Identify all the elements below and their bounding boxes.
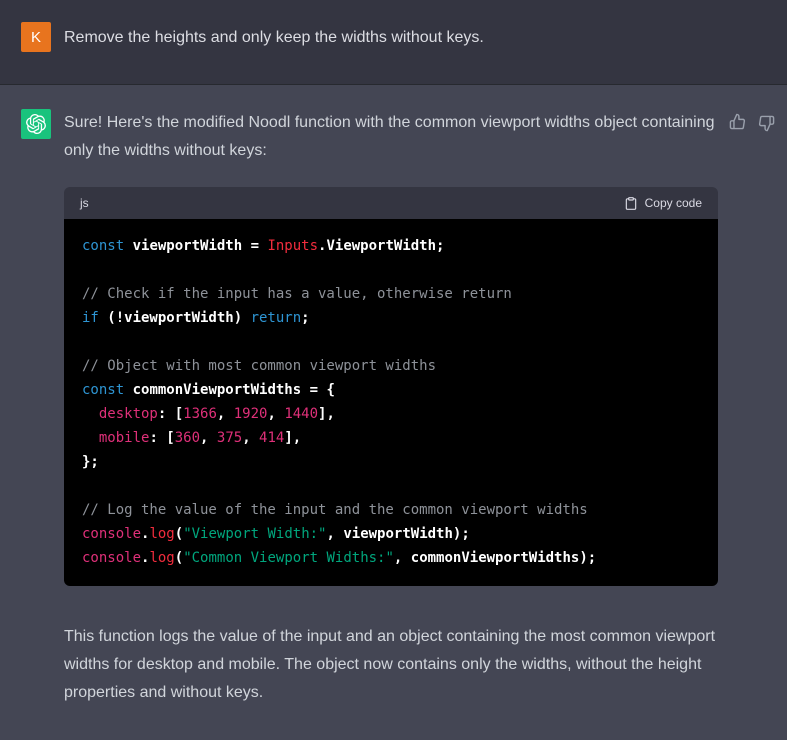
code-block: js Copy code const viewportWidth = Input… [64,187,718,586]
code-line: desktop: [1366, 1920, 1440], [82,402,700,426]
code-line: // Object with most common viewport widt… [82,354,700,378]
code-line: console.log("Viewport Width:", viewportW… [82,522,700,546]
openai-logo-icon [26,114,46,134]
assistant-gutter [0,109,64,739]
copy-code-label: Copy code [645,196,702,210]
assistant-outro-text: This function logs the value of the inpu… [64,623,718,707]
code-language-label: js [80,189,89,217]
code-line: const viewportWidth = Inputs.ViewportWid… [82,234,700,258]
code-line: const commonViewportWidths = { [82,378,700,402]
assistant-message-row: Sure! Here's the modified Noodl function… [0,85,787,739]
user-message-text: Remove the heights and only keep the wid… [64,24,718,52]
code-line: if (!viewportWidth) return; [82,306,700,330]
code-line [82,330,700,354]
thumbs-down-icon [758,120,775,135]
user-gutter: K [0,22,64,52]
copy-code-button[interactable]: Copy code [624,196,702,211]
user-avatar: K [21,22,51,52]
clipboard-icon [624,196,638,211]
code-line: mobile: [360, 375, 414], [82,426,700,450]
user-actions [718,22,787,52]
code-line: }; [82,450,700,474]
assistant-intro-text: Sure! Here's the modified Noodl function… [64,109,718,165]
thumbs-down-button[interactable] [758,115,775,132]
user-message-content: Remove the heights and only keep the wid… [64,22,718,52]
code-line: // Log the value of the input and the co… [82,498,700,522]
code-line [82,258,700,282]
thumbs-up-button[interactable] [729,113,746,130]
code-content: const viewportWidth = Inputs.ViewportWid… [64,219,718,586]
assistant-message-content: Sure! Here's the modified Noodl function… [64,109,718,739]
code-line: console.log("Common Viewport Widths:", c… [82,546,700,570]
code-line [82,474,700,498]
assistant-actions [718,109,787,739]
user-message-row: K Remove the heights and only keep the w… [0,0,787,85]
code-block-header: js Copy code [64,187,718,219]
code-line: // Check if the input has a value, other… [82,282,700,306]
thumbs-up-icon [729,118,746,133]
conversation: K Remove the heights and only keep the w… [0,0,787,739]
assistant-avatar [21,109,51,139]
